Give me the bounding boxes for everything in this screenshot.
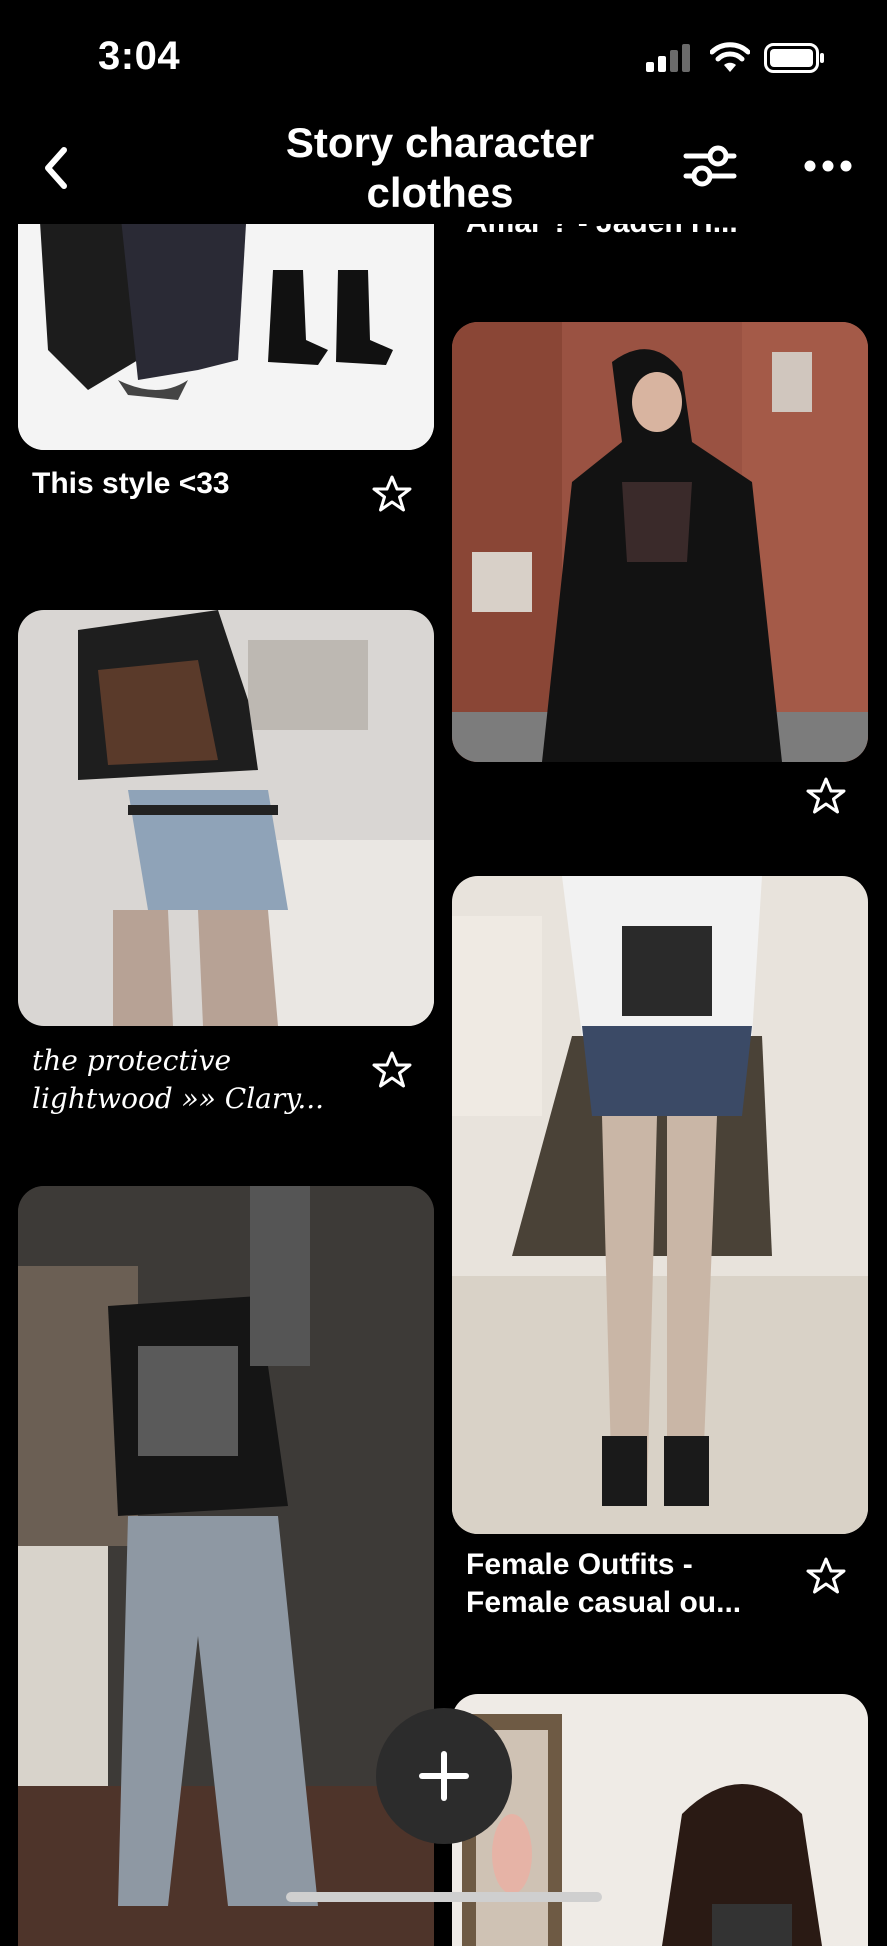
status-bar: 3:04 xyxy=(0,0,887,118)
band-tee-mirror-photo xyxy=(18,1186,434,1946)
filter-button[interactable] xyxy=(680,140,740,192)
pin-image-black-coat-lace[interactable] xyxy=(452,322,868,762)
page-title: Story character clothes xyxy=(285,119,595,216)
pin-caption: the protective lightwood »» Clary... xyxy=(32,1044,325,1115)
pin-image-black-outfit-flatlay[interactable] xyxy=(18,190,434,450)
save-star-icon[interactable] xyxy=(372,1050,412,1090)
pin-caption: Female Outfits - Female casual ou... xyxy=(466,1548,742,1619)
cellular-signal-icon xyxy=(646,44,692,72)
pin-caption: This style <33 xyxy=(32,467,230,500)
home-indicator[interactable] xyxy=(286,1892,602,1902)
save-star-icon[interactable] xyxy=(806,776,846,816)
back-button[interactable] xyxy=(34,140,78,196)
plus-icon xyxy=(419,1751,469,1801)
fishnet-outfit-photo xyxy=(18,610,434,1026)
board-header: Story character clothes xyxy=(0,118,887,224)
black-coat-street-photo xyxy=(452,322,868,762)
pin-image-band-tee-jeans[interactable] xyxy=(18,1186,434,1946)
more-options-button[interactable] xyxy=(798,140,858,192)
add-pin-button[interactable] xyxy=(376,1708,512,1844)
save-star-icon[interactable] xyxy=(372,474,412,514)
outfit-flatlay-illustration xyxy=(18,190,434,450)
battery-icon xyxy=(764,43,824,73)
save-star-icon[interactable] xyxy=(806,1556,846,1596)
wifi-icon xyxy=(710,42,750,72)
pin-image-fishnet-outfit[interactable] xyxy=(18,610,434,1026)
pin-image-flannel-fishnet[interactable] xyxy=(452,876,868,1534)
status-time: 3:04 xyxy=(98,34,181,78)
pin-image-mirror-selfie[interactable] xyxy=(452,1694,868,1946)
mirror-selfie-photo xyxy=(452,1694,868,1946)
flannel-fishnet-photo xyxy=(452,876,868,1534)
